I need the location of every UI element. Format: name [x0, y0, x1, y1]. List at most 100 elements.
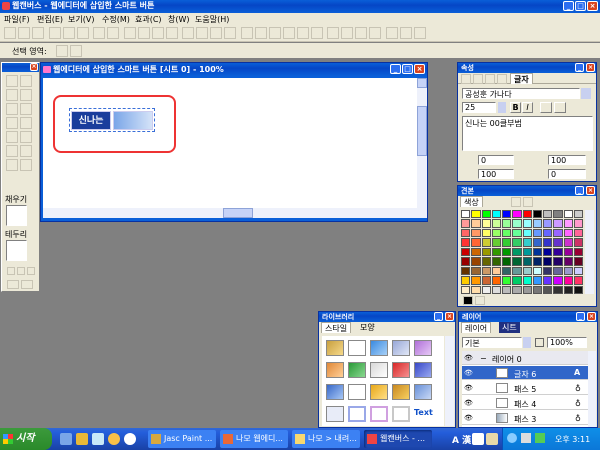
color-swatch[interactable]	[471, 238, 481, 247]
color-swatch[interactable]	[553, 276, 563, 285]
list-item[interactable]: 👁 패스 4 ♁	[462, 396, 588, 410]
layers-close-button[interactable]: ×	[587, 312, 596, 321]
color-swatch[interactable]	[481, 285, 491, 294]
color-swatch[interactable]	[461, 228, 471, 238]
quicklaunch-icon[interactable]	[124, 433, 136, 445]
text-style-icon[interactable]	[554, 102, 566, 113]
ime-indicator[interactable]: A 漢	[452, 433, 471, 446]
front-icon[interactable]	[182, 27, 195, 39]
color-swatch[interactable]	[563, 276, 573, 285]
knife-tool-icon[interactable]	[20, 145, 32, 157]
color-swatch[interactable]	[481, 238, 491, 247]
color-swatch[interactable]	[522, 257, 532, 266]
horizontal-scale-input[interactable]: 100	[548, 155, 586, 165]
color-swatch[interactable]	[573, 238, 583, 247]
color-swatch[interactable]	[461, 219, 471, 228]
style-tile[interactable]	[348, 406, 366, 422]
combine-icon[interactable]	[151, 27, 164, 39]
letter-spacing-input[interactable]: 0	[478, 155, 514, 165]
hand-tool-icon[interactable]	[6, 159, 18, 171]
style-tile[interactable]	[326, 406, 344, 422]
color-swatch[interactable]	[522, 210, 532, 219]
eraser-tool-icon[interactable]	[20, 131, 32, 143]
text-content-area[interactable]: 신나는 00클부범	[462, 116, 593, 151]
document-close-button[interactable]: ×	[414, 64, 425, 74]
pattern-tab-icon[interactable]	[523, 197, 533, 207]
font-size-dropdown-icon[interactable]	[498, 102, 506, 113]
quicklaunch-icon[interactable]	[76, 433, 88, 445]
eye-icon[interactable]: 👁	[464, 399, 473, 407]
volume-icon[interactable]	[521, 433, 531, 443]
color-swatch[interactable]	[471, 247, 481, 257]
color-swatch[interactable]	[491, 219, 501, 228]
color-swatch[interactable]	[543, 228, 553, 238]
pointer-tool-icon[interactable]	[6, 75, 18, 87]
color-swatch[interactable]	[481, 266, 491, 276]
color-swatch[interactable]	[471, 257, 481, 266]
tray-icon[interactable]	[472, 433, 484, 445]
gradient-tab-icon[interactable]	[511, 197, 521, 207]
color-swatch[interactable]	[553, 266, 563, 276]
color-swatch[interactable]	[553, 238, 563, 247]
swatches-scrollbar[interactable]	[585, 210, 594, 294]
color-swatch[interactable]	[481, 219, 491, 228]
new-icon[interactable]	[4, 27, 16, 39]
color-swatch[interactable]	[532, 266, 542, 276]
color-swatch[interactable]	[512, 266, 522, 276]
quicklaunch-icon[interactable]	[92, 433, 104, 445]
color-swatch[interactable]	[491, 238, 501, 247]
same-height-icon[interactable]	[369, 27, 382, 39]
color-swatch[interactable]	[573, 285, 583, 294]
color-swatch[interactable]	[532, 285, 542, 294]
library-close-button[interactable]: ×	[445, 312, 454, 321]
start-button[interactable]: 시작	[0, 428, 52, 450]
normal-view-icon[interactable]	[7, 280, 19, 289]
color-swatch[interactable]	[553, 210, 563, 219]
text-tool-icon[interactable]	[20, 89, 32, 101]
color-swatch[interactable]	[532, 238, 542, 247]
color-swatch[interactable]	[461, 285, 471, 294]
color-swatch[interactable]	[563, 219, 573, 228]
backward-icon[interactable]	[210, 27, 223, 39]
expand-icon[interactable]: −	[480, 354, 487, 363]
fill-swatch[interactable]	[6, 205, 27, 226]
close-button[interactable]: ×	[587, 1, 598, 11]
layers-scrollbar[interactable]	[588, 351, 596, 427]
color-swatch[interactable]	[491, 247, 501, 257]
color-swatch[interactable]	[502, 285, 512, 294]
stroke-tab-icon[interactable]	[473, 74, 483, 84]
color-swatch[interactable]	[512, 257, 522, 266]
text-tab[interactable]: 글자	[510, 73, 533, 84]
color-swatch[interactable]	[573, 276, 583, 285]
quicklaunch-icon[interactable]	[108, 433, 120, 445]
color-swatch[interactable]	[522, 238, 532, 247]
menu-window[interactable]: 창(W)	[168, 14, 190, 25]
color-swatch[interactable]	[481, 276, 491, 285]
properties-minimize-button[interactable]: _	[575, 63, 584, 72]
blend-mode-select[interactable]: 기본	[462, 337, 522, 348]
color-swatch[interactable]	[532, 210, 542, 219]
style-tile[interactable]	[348, 384, 366, 400]
smart-button-left[interactable]: 신나는	[71, 111, 111, 130]
polygon-tool-icon[interactable]	[20, 117, 32, 129]
text-style-tile[interactable]: Text	[414, 408, 433, 417]
fill-arrow-icon[interactable]	[29, 213, 35, 219]
color-swatch[interactable]	[532, 228, 542, 238]
intersect-icon[interactable]	[165, 27, 178, 39]
color-swatch[interactable]	[491, 257, 501, 266]
color-swatch[interactable]	[481, 210, 491, 219]
swatches-minimize-button[interactable]: _	[575, 186, 584, 195]
style-tile[interactable]	[348, 362, 366, 378]
eye-icon[interactable]: 👁	[464, 384, 473, 392]
color-swatch[interactable]	[491, 276, 501, 285]
library-minimize-button[interactable]: _	[434, 312, 443, 321]
color-swatch[interactable]	[543, 210, 553, 219]
list-item[interactable]: 👁 패스 5 ♁	[462, 381, 588, 395]
color-swatch[interactable]	[563, 210, 573, 219]
color-swatch[interactable]	[502, 238, 512, 247]
no-color-icon[interactable]	[27, 267, 35, 275]
minimize-button[interactable]: _	[563, 1, 574, 11]
color-swatch[interactable]	[543, 238, 553, 247]
library-scrollbar[interactable]	[445, 336, 454, 426]
color-swatch[interactable]	[481, 257, 491, 266]
